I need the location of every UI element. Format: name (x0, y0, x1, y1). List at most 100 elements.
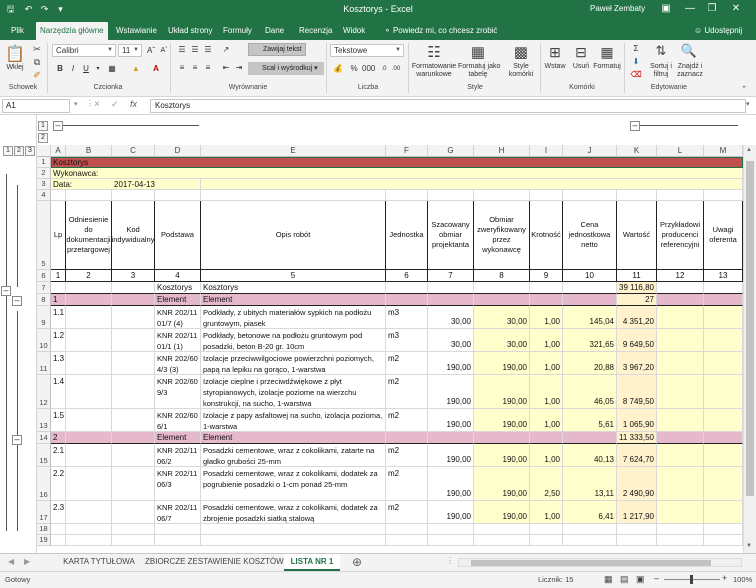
zoom-in-icon[interactable]: + (722, 573, 727, 583)
tab-data[interactable]: Dane (261, 22, 288, 40)
outline-level-2-button[interactable]: 2 (14, 146, 24, 156)
cell-a18[interactable] (51, 524, 66, 535)
item-empty-cell[interactable] (112, 409, 155, 432)
item-krot-cell[interactable]: 1,00 (530, 444, 563, 467)
kosztorys-row-d[interactable]: Kosztorys (155, 282, 201, 294)
cell-c3[interactable]: 2017-04-13 (112, 179, 201, 190)
borders-icon[interactable]: ▦ (106, 63, 118, 75)
item-empty-cell[interactable] (66, 444, 112, 467)
item-obm-cell[interactable]: 30,00 (474, 306, 530, 329)
cell-b19[interactable] (66, 535, 112, 546)
outline-level-1-button[interactable]: 1 (3, 146, 13, 156)
italic-button[interactable]: I (67, 63, 79, 75)
cell-i19[interactable] (530, 535, 563, 546)
item-empty-cell[interactable] (112, 306, 155, 329)
column-number-f[interactable]: 6 (386, 270, 428, 282)
name-box-dropdown-icon[interactable]: ▾ (74, 100, 78, 108)
column-header-g[interactable]: G (428, 145, 474, 157)
item-obm-cell[interactable]: 30,00 (474, 329, 530, 352)
item-jm-cell[interactable]: m3 (386, 329, 428, 352)
row-header-5[interactable]: 5 (37, 201, 51, 270)
cell-l19[interactable] (657, 535, 704, 546)
cell-a4[interactable] (51, 190, 66, 201)
format-cells-icon[interactable]: ▦ (597, 42, 617, 62)
row-header-16[interactable]: 16 (37, 467, 51, 501)
column-header-a[interactable]: A (51, 145, 66, 157)
cell-m4[interactable] (704, 190, 743, 201)
item-jm-cell[interactable]: m2 (386, 467, 428, 501)
element-row-2-j[interactable] (563, 432, 617, 444)
find-select-icon[interactable]: 🔍 (680, 42, 698, 60)
row-header-10[interactable]: 10 (37, 329, 51, 352)
format-cells-button[interactable]: Formatuj (591, 63, 623, 71)
item-empty-cell[interactable] (66, 409, 112, 432)
header-cell-m[interactable]: Uwagi oferenta (704, 201, 743, 270)
item-empty-cell[interactable] (704, 444, 743, 467)
item-obm-cell[interactable]: 190,00 (474, 444, 530, 467)
horizontal-scroll-thumb[interactable] (471, 560, 711, 566)
merge-center-button[interactable]: Scal i wyśrodkuj ▾ (248, 62, 324, 75)
collapse-ribbon-icon[interactable]: ⌃ (738, 84, 750, 96)
increase-decimal-icon[interactable]: .0 (378, 63, 390, 75)
cell-e18[interactable] (201, 524, 386, 535)
item-empty-cell[interactable] (657, 306, 704, 329)
sheet-tab-zbiorcze[interactable]: ZBIORCZE ZESTAWIENIE KOSZTÓW (145, 554, 284, 571)
item-obm-cell[interactable]: 190,00 (474, 375, 530, 409)
item-obm-cell[interactable]: 190,00 (474, 409, 530, 432)
font-color-icon[interactable]: A (150, 63, 162, 75)
item-podstawa-cell[interactable]: KNR 202/11 01/1 (1) (155, 329, 201, 352)
row-header-13[interactable]: 13 (37, 409, 51, 432)
item-lp-cell[interactable]: 1.4 (51, 375, 66, 409)
item-wart-cell[interactable]: 8 749,50 (617, 375, 657, 409)
horizontal-scrollbar[interactable] (458, 558, 742, 567)
kosztorys-row-h[interactable] (474, 282, 530, 294)
cell-j18[interactable] (563, 524, 617, 535)
item-krot-cell[interactable]: 1,00 (530, 329, 563, 352)
select-all-corner[interactable] (37, 145, 51, 157)
element-row-1-l[interactable] (657, 294, 704, 306)
row-header-9[interactable]: 9 (37, 306, 51, 329)
item-empty-cell[interactable] (657, 375, 704, 409)
item-krot-cell[interactable]: 1,00 (530, 409, 563, 432)
column-header-m[interactable]: M (704, 145, 743, 157)
wrap-text-button[interactable]: Zawijaj tekst (248, 43, 306, 56)
column-header-i[interactable]: I (530, 145, 563, 157)
item-wart-cell[interactable]: 9 649,50 (617, 329, 657, 352)
cell-i18[interactable] (530, 524, 563, 535)
header-cell-h[interactable]: Obmiar zweryfikowany przez wykonawcę (474, 201, 530, 270)
cell-c4[interactable] (112, 190, 155, 201)
insert-cells-icon[interactable]: ⊞ (545, 42, 565, 62)
column-header-e[interactable]: E (201, 145, 386, 157)
header-cell-f[interactable]: Jednostka (386, 201, 428, 270)
cell-c19[interactable] (112, 535, 155, 546)
item-cena-cell[interactable]: 145,04 (563, 306, 617, 329)
tab-home[interactable]: Narzędzia główne (36, 22, 108, 40)
item-empty-cell[interactable] (704, 375, 743, 409)
item-lp-cell[interactable]: 1.3 (51, 352, 66, 375)
item-podstawa-cell[interactable]: KNR 202/60 9/3 (155, 375, 201, 409)
item-empty-cell[interactable] (112, 352, 155, 375)
clear-icon[interactable]: ⌫ (630, 69, 642, 81)
cell-d4[interactable] (155, 190, 201, 201)
percent-icon[interactable]: % (348, 63, 360, 75)
header-cell-b[interactable]: Odniesienie do dokumentacji przetargowej (66, 201, 112, 270)
increase-indent-icon[interactable]: ⇥ (233, 62, 245, 74)
item-empty-cell[interactable] (112, 444, 155, 467)
item-lp-cell[interactable]: 2.3 (51, 501, 66, 524)
formula-input[interactable]: Kosztorys (150, 99, 746, 113)
cell-k19[interactable] (617, 535, 657, 546)
item-wart-cell[interactable]: 7 624,70 (617, 444, 657, 467)
item-krot-cell[interactable]: 1,00 (530, 306, 563, 329)
row-header-8[interactable]: 8 (37, 294, 51, 306)
collapse-column-group-minus[interactable]: – (53, 121, 63, 131)
cut-icon[interactable]: ✂ (31, 44, 43, 54)
cell-g4[interactable] (428, 190, 474, 201)
cell-i4[interactable] (530, 190, 563, 201)
underline-button[interactable]: U (80, 63, 92, 75)
prev-sheet-icon[interactable]: ◀ (8, 557, 14, 566)
item-cena-cell[interactable]: 5,61 (563, 409, 617, 432)
find-select-button[interactable]: Znajdź i zaznacz (674, 63, 706, 79)
sheet-tab-lista-nr-1[interactable]: LISTA NR 1 (284, 554, 340, 571)
tab-split-handle[interactable]: ⋮ (446, 556, 454, 565)
item-obm-cell[interactable]: 190,00 (474, 501, 530, 524)
